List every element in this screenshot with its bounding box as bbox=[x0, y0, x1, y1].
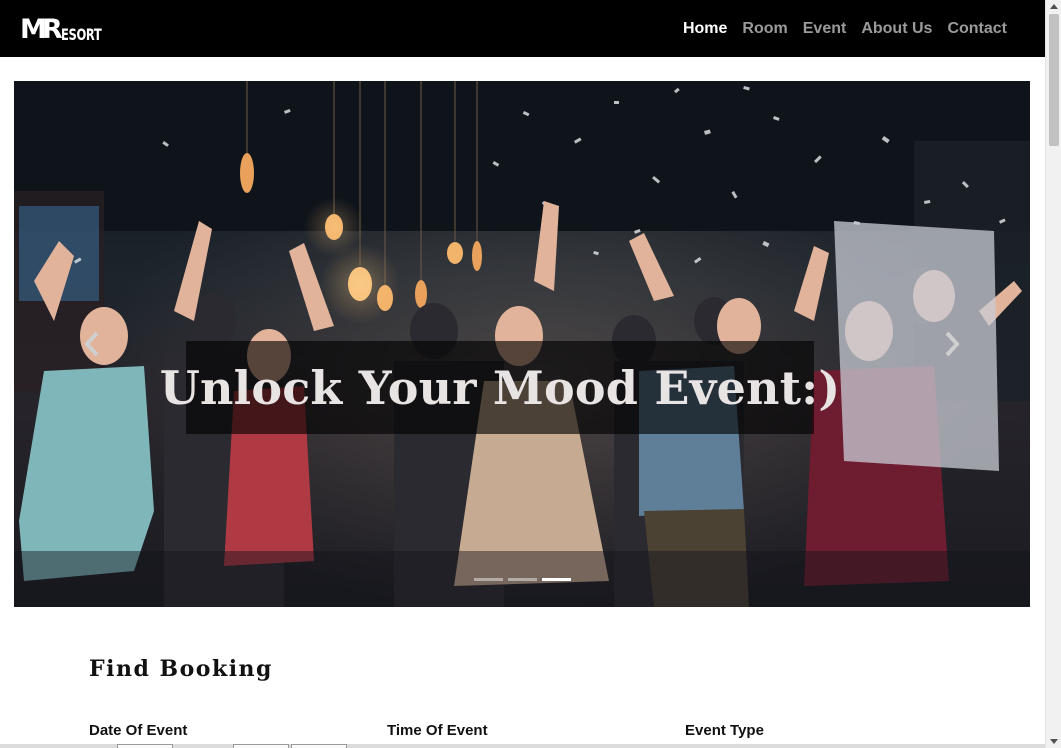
scrollbar-thumb[interactable] bbox=[1049, 14, 1059, 146]
carousel-caption-text: Unlock Your Mood Event:) bbox=[159, 360, 841, 415]
main-nav: Home Room Event About Us Contact bbox=[683, 20, 1007, 38]
nav-link-about-us[interactable]: About Us bbox=[861, 20, 932, 38]
date-of-event-picker[interactable] bbox=[233, 744, 289, 748]
nav-link-room[interactable]: Room bbox=[742, 20, 787, 38]
nav-link-home[interactable]: Home bbox=[683, 20, 727, 38]
find-booking-heading: Find Booking bbox=[89, 656, 273, 682]
date-of-event-label: Date Of Event bbox=[89, 722, 188, 739]
time-of-event-input[interactable] bbox=[291, 744, 347, 748]
carousel-indicator-3[interactable] bbox=[542, 578, 571, 581]
carousel-indicator-2[interactable] bbox=[508, 578, 537, 581]
nav-link-event[interactable]: Event bbox=[803, 20, 847, 38]
carousel-caption: Unlock Your Mood Event:) bbox=[160, 341, 840, 434]
brand-logo[interactable]: MR ESORT bbox=[20, 15, 117, 43]
event-type-label: Event Type bbox=[685, 722, 764, 739]
scroll-down-icon[interactable] bbox=[1050, 739, 1058, 744]
carousel-indicator-1[interactable] bbox=[474, 578, 503, 581]
top-navbar: MR ESORT Home Room Event About Us Contac… bbox=[0, 0, 1045, 57]
vertical-scrollbar[interactable] bbox=[1045, 0, 1061, 748]
date-of-event-input[interactable] bbox=[117, 744, 173, 748]
brand-logo-text: ESORT bbox=[60, 24, 102, 44]
brand-logo-mark: MR bbox=[20, 13, 63, 45]
chevron-left-icon bbox=[84, 331, 99, 357]
time-of-event-label: Time Of Event bbox=[387, 722, 488, 739]
chevron-right-icon bbox=[945, 331, 960, 357]
carousel-next-button[interactable] bbox=[940, 329, 964, 359]
carousel-indicators bbox=[474, 578, 571, 581]
scroll-up-icon[interactable] bbox=[1050, 4, 1058, 9]
hero-carousel: Unlock Your Mood Event:) bbox=[14, 81, 1030, 607]
carousel-prev-button[interactable] bbox=[80, 329, 104, 359]
nav-link-contact[interactable]: Contact bbox=[947, 20, 1007, 38]
